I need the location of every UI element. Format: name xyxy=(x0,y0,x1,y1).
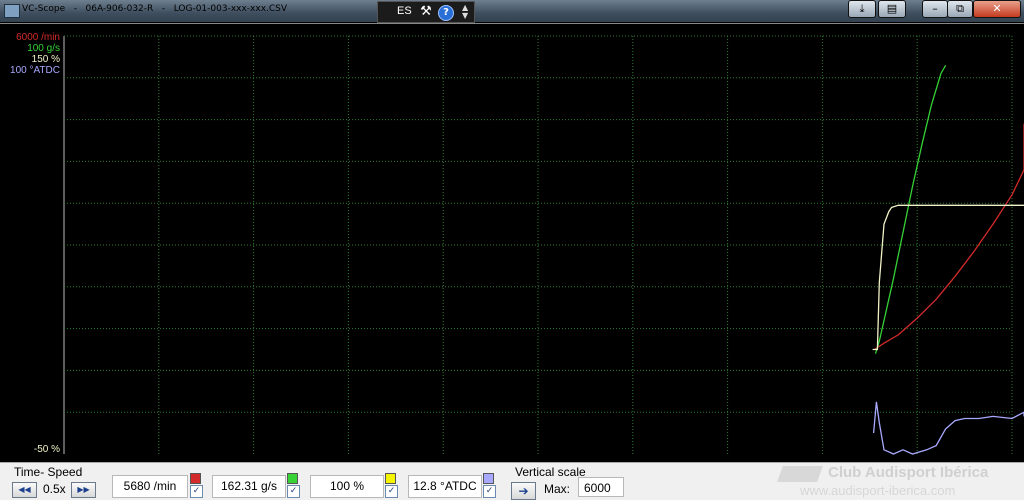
load-visible-checkbox[interactable]: ✓ xyxy=(385,485,398,498)
slower-button[interactable]: ◀◀ xyxy=(12,482,37,498)
title-bar: VC-Scope - 06A-906-032-R - LOG-01-003-xx… xyxy=(0,0,1024,22)
close-button[interactable]: ✕ xyxy=(973,0,1021,18)
maf-scale-max: 100 g/s xyxy=(0,43,60,54)
rpm-trace xyxy=(875,124,1024,350)
timing-visible-checkbox[interactable]: ✓ xyxy=(483,485,496,498)
watermark-line2: www.audisport-iberica.com xyxy=(800,483,955,498)
minimize-button[interactable]: – xyxy=(922,0,948,18)
app-icon xyxy=(4,4,20,18)
scope-area[interactable]: 6000 /min 100 g/s 150 % 100 °ATDC -50 % xyxy=(0,23,1024,457)
updown-arrows-icon[interactable]: ▲▼ xyxy=(462,4,468,20)
speed-value: 0.5x xyxy=(43,482,66,496)
faster-button[interactable]: ▶▶ xyxy=(71,482,96,498)
restore-button[interactable]: ⧉ xyxy=(947,0,973,18)
max-scale-input[interactable]: 6000 xyxy=(578,477,624,497)
timing-readout: 12.8 °ATDC xyxy=(408,475,482,498)
time-speed-label: Time- Speed xyxy=(14,465,82,479)
maf-trace xyxy=(876,65,946,353)
load-scale-max: 150 % xyxy=(0,54,60,65)
rpm-visible-checkbox[interactable]: ✓ xyxy=(190,485,203,498)
rpm-scale-max: 6000 /min xyxy=(0,32,60,43)
rpm-color-swatch[interactable] xyxy=(190,473,201,484)
wrench-screwdriver-icon[interactable]: ⚒ xyxy=(418,4,434,20)
panel-button[interactable]: ▤ xyxy=(878,0,906,18)
maf-visible-checkbox[interactable]: ✓ xyxy=(287,485,300,498)
scale-min: -50 % xyxy=(0,444,60,455)
control-panel: Time- Speed ◀◀ 0.5x ▶▶ 5680 /min ✓ 162.3… xyxy=(0,462,1024,500)
scope-plot[interactable] xyxy=(0,24,1024,457)
watermark: Club Audisport Ibérica www.audisport-ibe… xyxy=(780,463,1024,500)
language-button[interactable]: ES xyxy=(397,5,412,17)
arrow-right-icon[interactable]: ➔ xyxy=(511,482,536,500)
load-trace xyxy=(873,205,1024,349)
window-title: VC-Scope - 06A-906-032-R - LOG-01-003-xx… xyxy=(22,4,287,14)
maf-color-swatch[interactable] xyxy=(287,473,298,484)
load-color-swatch[interactable] xyxy=(385,473,396,484)
timing-scale-max: 100 °ATDC xyxy=(0,65,60,76)
load-readout: 100 % xyxy=(310,475,384,498)
watermark-logo xyxy=(777,466,823,482)
vertical-scale-label: Vertical scale xyxy=(515,465,586,479)
maf-readout: 162.31 g/s xyxy=(212,475,286,498)
help-icon[interactable]: ? xyxy=(438,5,454,21)
timing-trace xyxy=(874,402,1024,454)
watermark-line1: Club Audisport Ibérica xyxy=(828,464,988,481)
timing-color-swatch[interactable] xyxy=(483,473,494,484)
rpm-readout: 5680 /min xyxy=(112,475,188,498)
center-toolbar: ES ⚒ ? ▲▼ xyxy=(377,1,475,23)
max-label: Max: xyxy=(544,482,570,496)
upload-button[interactable]: ⤓ xyxy=(848,0,876,18)
